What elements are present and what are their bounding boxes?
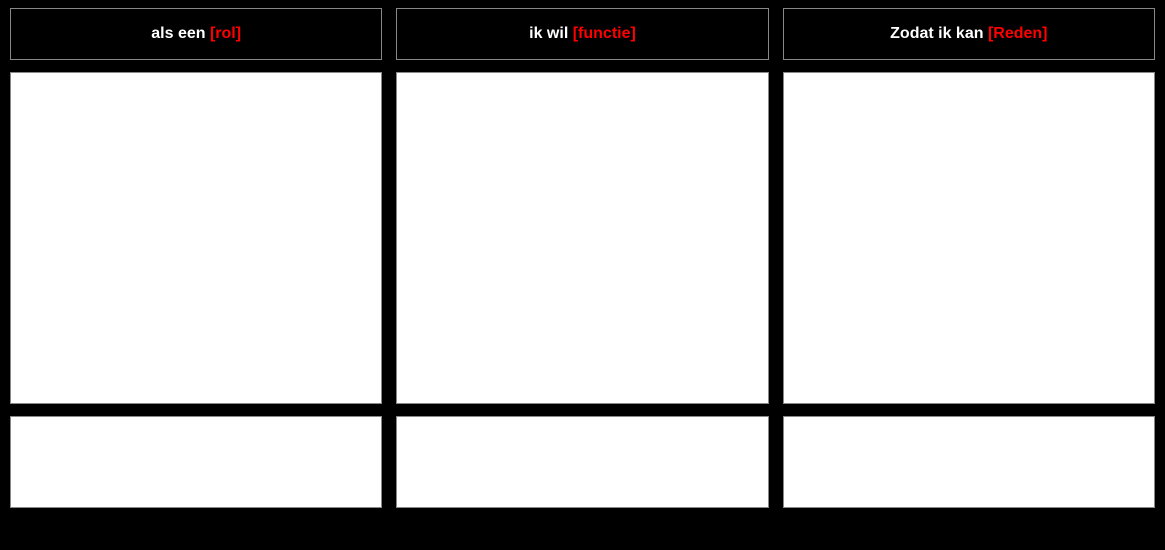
header-role-prefix: als een — [151, 25, 210, 43]
footer-function[interactable] — [396, 416, 768, 508]
header-reason-bracket: [Reden] — [988, 25, 1048, 43]
storyboard-grid: als een [rol] ik wil [functie] Zodat ik … — [10, 8, 1155, 542]
header-role: als een [rol] — [10, 8, 382, 60]
header-reason-prefix: Zodat ik kan — [890, 25, 988, 43]
content-role[interactable] — [10, 72, 382, 404]
header-function-prefix: ik wil — [529, 25, 573, 43]
header-reason: Zodat ik kan [Reden] — [783, 8, 1155, 60]
footer-reason[interactable] — [783, 416, 1155, 508]
content-reason[interactable] — [783, 72, 1155, 404]
content-function[interactable] — [396, 72, 768, 404]
header-role-bracket: [rol] — [210, 25, 241, 43]
header-function: ik wil [functie] — [396, 8, 768, 60]
header-function-bracket: [functie] — [573, 25, 636, 43]
footer-role[interactable] — [10, 416, 382, 508]
